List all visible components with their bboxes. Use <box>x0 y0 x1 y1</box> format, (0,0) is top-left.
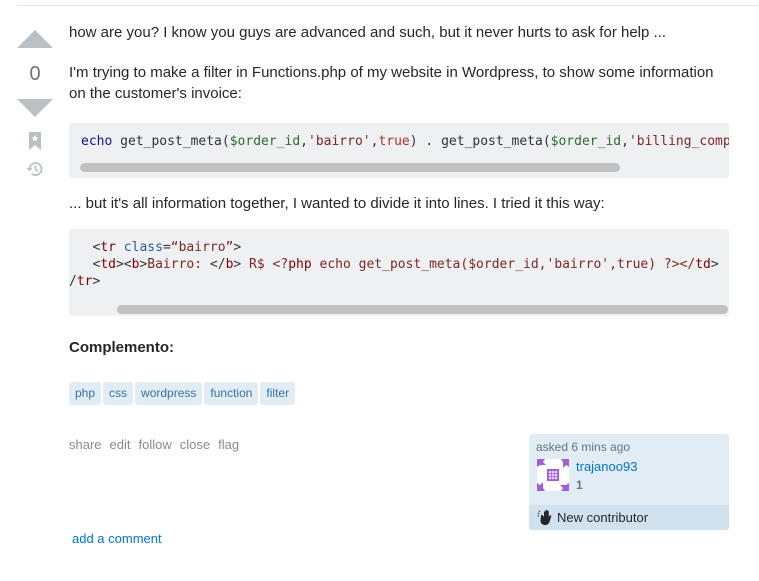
add-comment-link[interactable]: add a comment <box>72 531 162 546</box>
history-icon[interactable] <box>25 159 45 179</box>
code-token: 'bairro' <box>546 257 610 272</box>
new-contributor-label: New contributor <box>557 510 649 525</box>
code-token: R$ <? <box>249 257 289 272</box>
code-token: 'bairro' <box>308 134 371 149</box>
code-token: , <box>300 134 308 149</box>
code-token: true <box>616 257 649 272</box>
tag-list: php css wordpress function filter <box>69 382 296 405</box>
code-token: </ <box>209 257 226 272</box>
code-token: “bairro” <box>170 240 234 255</box>
edit-link[interactable]: edit <box>110 437 131 452</box>
code-token: > <box>92 274 101 289</box>
downvote-button[interactable] <box>17 99 53 117</box>
code-token: , <box>621 134 629 149</box>
tag-function[interactable]: function <box>204 382 259 405</box>
waving-hand-icon <box>537 509 552 525</box>
vote-count: 0 <box>29 63 41 85</box>
code-token: >< <box>115 257 132 272</box>
tag-wordpress[interactable]: wordpress <box>135 382 203 405</box>
code-token: / <box>69 274 77 289</box>
tag-php[interactable]: php <box>69 382 102 405</box>
post-paragraph: I'm trying to make a filter in Functions… <box>69 64 714 102</box>
username-link[interactable]: trajanoo93 <box>576 459 637 474</box>
code-block: <tr class=“bairro”> <td><b>Bairro: </b> … <box>69 229 729 316</box>
code-token: = <box>162 240 171 255</box>
code-token: , <box>538 257 547 272</box>
code-token: 'billing_comp <box>628 134 729 149</box>
code-token: td <box>100 257 116 272</box>
code-token: ) . get_post_meta( <box>409 134 551 149</box>
new-contributor-badge[interactable]: New contributor <box>529 505 729 530</box>
share-link[interactable]: share <box>69 437 102 452</box>
code-token: get_post_meta( <box>112 134 230 149</box>
user-avatar[interactable] <box>537 459 569 491</box>
code-token: , <box>609 257 617 272</box>
code-token: tr <box>100 240 116 255</box>
code-line: <td><b>Bairro: </b> R$ <?php echo get_po… <box>69 256 729 273</box>
code-token: echo <box>81 134 113 149</box>
code-line: <tr class=“bairro”> <box>69 239 729 256</box>
tag-filter[interactable]: filter <box>260 382 296 405</box>
section-heading: Complemento: <box>69 339 174 356</box>
code-token: tr <box>76 274 93 289</box>
horizontal-scrollbar[interactable] <box>117 305 728 314</box>
code-token: td <box>695 257 711 272</box>
owner-card: asked 6 mins ago trajanoo93 1 New contri… <box>529 434 729 530</box>
bookmark-icon[interactable] <box>28 131 42 151</box>
horizontal-scrollbar[interactable] <box>80 163 620 172</box>
code-block: echo get_post_meta($order_id,'bairro',tr… <box>69 123 729 178</box>
code-token: $order_id <box>550 134 622 149</box>
code-token: true <box>378 134 410 149</box>
close-link[interactable]: close <box>180 437 210 452</box>
code-token: > <box>233 257 250 272</box>
reputation-score: 1 <box>576 478 583 492</box>
code-line: echo get_post_meta($order_id,'bairro',tr… <box>81 133 729 150</box>
code-token: ) ?></ <box>648 257 696 272</box>
upvote-button[interactable] <box>17 30 53 48</box>
follow-link[interactable]: follow <box>139 437 172 452</box>
post-paragraph: how are you? I know you guys are advance… <box>69 24 667 41</box>
flag-link[interactable]: flag <box>218 437 239 452</box>
code-token: class <box>115 240 163 255</box>
asked-time: asked 6 mins ago <box>536 440 631 454</box>
vote-cell: 0 <box>14 30 56 179</box>
tag-css[interactable]: css <box>103 382 134 405</box>
code-line: /tr> <box>69 273 729 290</box>
code-token: php <box>288 257 312 272</box>
post-menu: share edit follow close flag <box>69 437 239 452</box>
code-token: $order_id <box>229 134 301 149</box>
code-token: $order_id <box>468 257 539 272</box>
top-divider <box>17 5 759 6</box>
post-paragraph: ... but it's all information together, I… <box>69 195 605 212</box>
code-token: Bairro: <box>147 257 210 272</box>
code-token: > <box>233 240 242 255</box>
code-token: echo get_post_meta( <box>311 257 469 272</box>
code-token: > <box>710 257 719 272</box>
